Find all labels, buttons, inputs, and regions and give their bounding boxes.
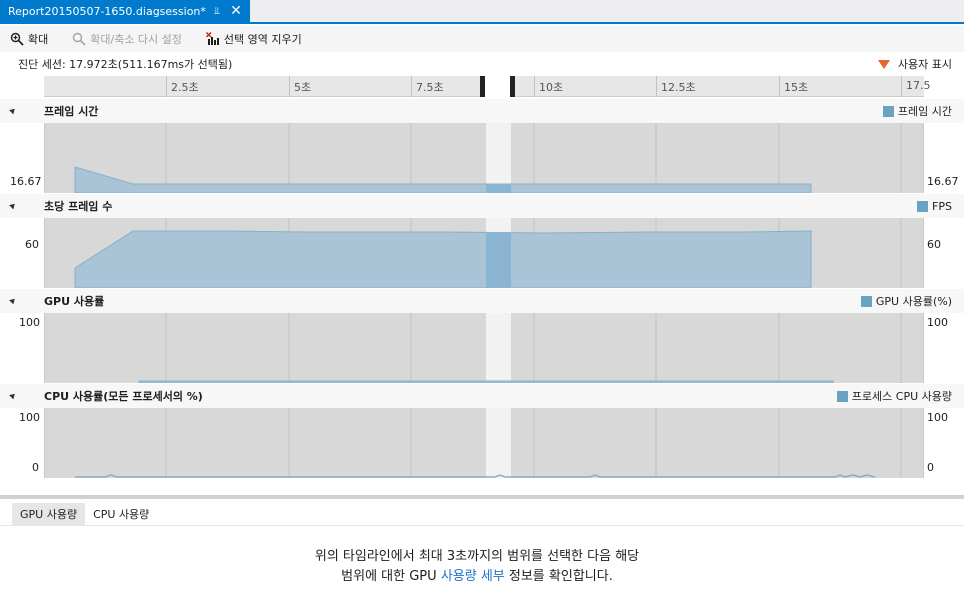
user-marks-toggle[interactable]: 사용자 표시 xyxy=(877,56,952,72)
ruler-tick xyxy=(901,76,902,97)
pin-icon[interactable]: ⫫ xyxy=(209,6,225,17)
fps-header[interactable]: 초당 프레임 수 FPS xyxy=(0,194,964,218)
gpu-series xyxy=(138,380,834,383)
collapse-icon[interactable] xyxy=(9,106,17,115)
session-info: 진단 세션: 17.972초(511.167ms가 선택됨) xyxy=(18,58,233,71)
ruler-tick xyxy=(779,76,780,97)
ruler-tick-label: 7.5초 xyxy=(416,81,444,94)
frame-time-left-axis: 16.67 xyxy=(10,175,42,188)
user-marks-label: 사용자 표시 xyxy=(897,58,952,71)
tab-cpu-usage[interactable]: CPU 사용량 xyxy=(85,503,157,525)
ruler-tick-label: 17.5 xyxy=(906,79,931,92)
cpu-graph[interactable] xyxy=(44,408,924,478)
cpu-legend: 프로세스 CPU 사용량 xyxy=(836,388,952,404)
close-icon[interactable]: ✕ xyxy=(228,3,244,19)
gpu-legend: GPU 사용률(%) xyxy=(860,293,952,309)
fps-right-axis: 60 xyxy=(927,238,941,251)
ruler-tick xyxy=(289,76,290,97)
gpu-graph[interactable] xyxy=(44,313,924,383)
fps-title: 초당 프레임 수 xyxy=(44,200,113,213)
reset-zoom-icon xyxy=(72,32,86,46)
reset-zoom-label: 확대/축소 다시 설정 xyxy=(90,33,182,46)
cpu-legend-label: 프로세스 CPU 사용량 xyxy=(851,390,952,403)
cpu-header[interactable]: CPU 사용률(모든 프로세서의 %) 프로세스 CPU 사용량 xyxy=(0,384,964,408)
frame-time-series xyxy=(74,166,812,193)
ruler-tick xyxy=(534,76,535,97)
selection-band xyxy=(486,313,511,383)
zoom-in-button[interactable]: 확대 xyxy=(10,31,48,47)
frame-time-title: 프레임 시간 xyxy=(44,105,99,118)
legend-swatch xyxy=(917,200,929,212)
session-info-bar: 진단 세션: 17.972초(511.167ms가 선택됨) 사용자 표시 xyxy=(0,53,964,75)
cpu-series xyxy=(75,474,876,478)
frame-time-legend-label: 프레임 시간 xyxy=(897,105,952,118)
time-ruler[interactable]: 2.5초 5초 7.5초 10초 12.5초 15초 17.5 xyxy=(44,76,931,97)
ruler-tick-label: 2.5초 xyxy=(171,81,199,94)
frame-time-header[interactable]: 프레임 시간 프레임 시간 xyxy=(0,99,964,123)
collapse-icon[interactable] xyxy=(9,391,17,400)
fps-graph[interactable] xyxy=(44,218,924,288)
cpu-left-axis-top: 100 xyxy=(19,411,40,424)
gpu-left-axis-top: 100 xyxy=(19,316,40,329)
ruler-tick-label: 10초 xyxy=(539,81,564,94)
gpu-header[interactable]: GPU 사용률 GPU 사용률(%) xyxy=(0,289,964,313)
legend-swatch xyxy=(836,390,848,402)
ruler-tick xyxy=(656,76,657,97)
document-tabstrip: Report20150507-1650.diagsession* ⫫ ✕ xyxy=(0,0,964,24)
details-pane: 위의 타임라인에서 최대 3초까지의 범위를 선택한 다음 해당 범위에 대한 … xyxy=(0,525,964,589)
clear-selection-icon xyxy=(205,32,220,46)
user-mark-icon xyxy=(877,59,890,69)
instruction-prefix: 범위에 대한 GPU xyxy=(341,569,441,584)
legend-swatch xyxy=(882,105,894,117)
instruction-line-1: 위의 타임라인에서 최대 3초까지의 범위를 선택한 다음 해당 xyxy=(314,549,640,564)
legend-swatch xyxy=(860,295,872,307)
selection-band xyxy=(486,408,511,478)
fps-selected xyxy=(486,232,511,288)
usage-details-link[interactable]: 사용량 세부 xyxy=(441,569,505,584)
selection-band xyxy=(486,123,511,193)
selection-end-handle[interactable] xyxy=(510,76,515,97)
gpu-legend-label: GPU 사용률(%) xyxy=(875,295,952,308)
collapse-icon[interactable] xyxy=(9,296,17,305)
selection-start-handle[interactable] xyxy=(480,76,485,97)
ruler-tick-label: 15초 xyxy=(784,81,809,94)
ruler-tick xyxy=(166,76,167,97)
pane-splitter[interactable] xyxy=(0,495,964,499)
instruction-line-2: 범위에 대한 GPU 사용량 세부 정보를 확인합니다. xyxy=(0,565,954,584)
gpu-right-axis-top: 100 xyxy=(927,316,948,329)
gpu-title: GPU 사용률 xyxy=(44,295,105,308)
cpu-right-axis-bottom: 0 xyxy=(927,461,934,474)
fps-left-axis: 60 xyxy=(25,238,39,251)
reset-zoom-button[interactable]: 확대/축소 다시 설정 xyxy=(72,31,182,47)
fps-series xyxy=(74,230,812,288)
frame-time-graph[interactable] xyxy=(44,123,924,193)
ruler-tick xyxy=(411,76,412,97)
zoom-in-icon xyxy=(10,32,24,46)
cpu-title: CPU 사용률(모든 프로세서의 %) xyxy=(44,390,203,403)
zoom-in-label: 확대 xyxy=(28,33,49,46)
instruction-suffix: 정보를 확인합니다. xyxy=(504,569,613,584)
fps-legend-label: FPS xyxy=(932,199,952,213)
fps-legend: FPS xyxy=(917,200,952,213)
ruler-tick-label: 12.5초 xyxy=(661,81,696,94)
document-tab-title: Report20150507-1650.diagsession* xyxy=(8,4,206,18)
document-tab[interactable]: Report20150507-1650.diagsession* ⫫ ✕ xyxy=(0,0,250,22)
clear-selection-button[interactable]: 선택 영역 지우기 xyxy=(205,31,302,47)
details-tabs: GPU 사용량 CPU 사용량 xyxy=(0,503,964,525)
clear-selection-label: 선택 영역 지우기 xyxy=(223,33,302,46)
frame-time-legend: 프레임 시간 xyxy=(882,103,952,119)
ruler-tick-label: 5초 xyxy=(294,81,312,94)
frame-time-selected xyxy=(486,184,511,193)
cpu-right-axis-top: 100 xyxy=(927,411,948,424)
frame-time-right-axis: 16.67 xyxy=(927,175,959,188)
toolbar: 확대 확대/축소 다시 설정 선택 영역 지우기 xyxy=(0,26,964,52)
tab-gpu-usage[interactable]: GPU 사용량 xyxy=(12,503,86,525)
cpu-left-axis-bottom: 0 xyxy=(32,461,39,474)
collapse-icon[interactable] xyxy=(9,201,17,210)
